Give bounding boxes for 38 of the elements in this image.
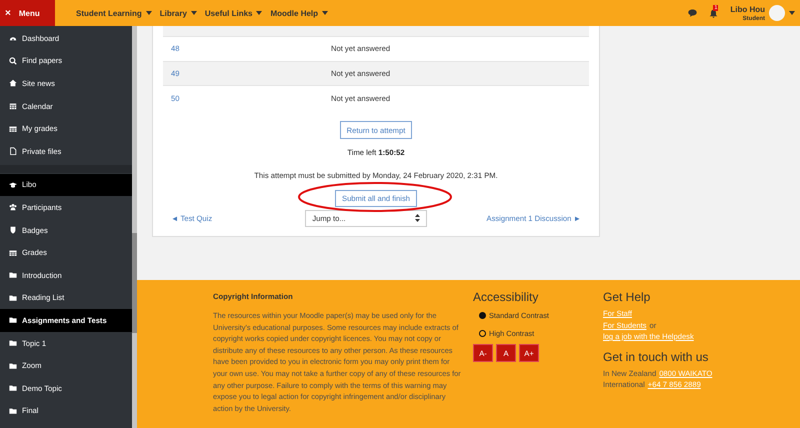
file-icon bbox=[9, 147, 17, 156]
menu-button[interactable]: × Menu bbox=[0, 0, 55, 26]
dashboard-icon bbox=[9, 34, 17, 42]
caret-icon bbox=[190, 11, 197, 15]
chat-bubble-icon bbox=[688, 9, 698, 17]
folder-icon bbox=[9, 294, 17, 302]
nav-menu[interactable]: Library bbox=[160, 8, 197, 18]
scrollbar[interactable] bbox=[132, 26, 137, 428]
graduation-cap-icon bbox=[9, 180, 17, 189]
search-icon bbox=[9, 56, 17, 65]
caret-icon bbox=[789, 11, 795, 15]
calendar-icon bbox=[9, 102, 17, 110]
folder-icon bbox=[9, 406, 17, 415]
footer-heading: Get Help bbox=[603, 290, 652, 304]
caret-icon bbox=[322, 11, 328, 15]
table-icon bbox=[9, 248, 17, 257]
avatar[interactable] bbox=[769, 5, 785, 21]
shield-icon bbox=[9, 226, 17, 234]
folder-icon bbox=[9, 271, 17, 280]
people-icon bbox=[9, 203, 17, 212]
scrollbar-thumb[interactable] bbox=[132, 233, 137, 333]
sort-arrows-icon bbox=[415, 214, 420, 222]
folder-icon bbox=[9, 384, 17, 392]
caret-icon bbox=[146, 11, 152, 15]
house-icon bbox=[9, 79, 17, 88]
folder-icon bbox=[9, 316, 17, 324]
folder-icon bbox=[9, 362, 17, 370]
folder-icon bbox=[9, 339, 17, 348]
radio-button[interactable] bbox=[479, 312, 486, 319]
radio-button[interactable] bbox=[479, 330, 486, 337]
nav-menu[interactable]: Student Learning bbox=[76, 8, 152, 18]
nav-menu[interactable]: Moodle Help bbox=[270, 8, 328, 18]
nav-menu[interactable]: Useful Links bbox=[204, 8, 262, 18]
user-name: Libo Hou bbox=[730, 4, 765, 14]
footer-heading: Accessibility bbox=[473, 290, 540, 304]
caret-icon bbox=[256, 11, 262, 15]
footer-heading: Get in touch with us bbox=[603, 350, 710, 364]
table-icon bbox=[9, 124, 17, 133]
